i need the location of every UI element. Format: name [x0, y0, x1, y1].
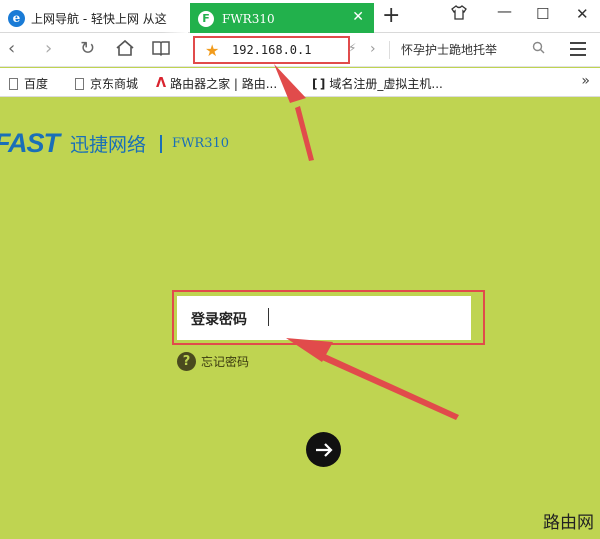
fast-logo-icon: F — [198, 10, 214, 27]
address-bar[interactable]: ★ 192.168.0.1 — [193, 36, 350, 64]
bookmark-label: 百度 — [24, 77, 49, 91]
lightning-icon[interactable]: ⚡ — [348, 41, 356, 55]
annotation-arrow-address — [295, 106, 314, 161]
refresh-icon[interactable]: ↻ — [80, 39, 95, 59]
minimize-button[interactable]: — — [497, 2, 512, 20]
annotation-arrow-password — [322, 354, 459, 420]
tab-bar: e 上网导航 - 轻快上网 从这 F FWR310 ✕ + — ☐ ✕ — [0, 0, 600, 34]
arrow-right-icon — [315, 442, 333, 457]
page-icon — [9, 77, 18, 90]
login-button[interactable] — [306, 432, 341, 467]
url-text: 192.168.0.1 — [232, 43, 312, 57]
navigation-bar: ‹ › ↻ ★ 192.168.0.1 ⚡ › 怀孕护士跪地托举 — [0, 33, 600, 67]
bookmark-label: 京东商城 — [90, 77, 139, 91]
new-tab-button[interactable]: + — [382, 5, 400, 27]
tab-fwr310[interactable]: F FWR310 ✕ — [190, 3, 374, 34]
bookmark-label: 域名注册_虚拟主机... — [329, 77, 443, 91]
router-home-icon: Λ — [156, 76, 167, 91]
bookmark-baidu[interactable]: 百度 — [9, 75, 48, 92]
bookmark-jd[interactable]: 京东商城 — [75, 75, 138, 92]
search-input[interactable]: 怀孕护士跪地托举 — [401, 41, 497, 58]
back-icon[interactable]: ‹ — [8, 39, 15, 59]
question-icon: ? — [177, 352, 196, 371]
password-label: 登录密码 — [191, 312, 247, 328]
maximize-button[interactable]: ☐ — [536, 5, 549, 23]
search-icon[interactable] — [532, 41, 545, 58]
tab-title: 上网导航 - 轻快上网 从这 — [31, 11, 167, 26]
text-cursor — [268, 308, 269, 326]
bookmark-label: 路由器之家 | 路由... — [170, 77, 278, 91]
domain-icon: [ ] — [312, 76, 326, 91]
skin-icon[interactable] — [451, 5, 467, 24]
divider — [160, 134, 163, 153]
forgot-password-label: 忘记密码 — [201, 355, 250, 369]
tab-title: FWR310 — [222, 11, 275, 26]
reading-mode-icon[interactable] — [151, 39, 171, 62]
watermark: 路由网 — [543, 513, 594, 533]
page-icon — [75, 77, 84, 90]
fast-logo: FAST — [0, 128, 60, 158]
model-name: FWR310 — [172, 136, 230, 151]
bookmark-domain[interactable]: [ ] 域名注册_虚拟主机... — [312, 75, 443, 92]
menu-icon[interactable] — [570, 42, 586, 60]
tab-close-icon[interactable]: ✕ — [352, 9, 364, 25]
home-icon[interactable] — [115, 39, 135, 62]
brand-name: 迅捷网络 — [70, 134, 147, 156]
more-bookmarks-icon[interactable]: » — [581, 73, 590, 89]
ie-icon: e — [8, 9, 25, 27]
chevron-right-icon[interactable]: › — [370, 41, 376, 57]
brand-header: FAST 迅捷网络 FWR310 — [0, 128, 229, 159]
favorite-star-icon[interactable]: ★ — [205, 41, 219, 60]
bookmark-router-home[interactable]: Λ 路由器之家 | 路由... — [156, 75, 277, 92]
forgot-password-link[interactable]: ? 忘记密码 — [177, 352, 249, 371]
divider — [389, 41, 390, 59]
bookmarks-bar: 百度 京东商城 Λ 路由器之家 | 路由... [ ] 域名注册_虚拟主机...… — [0, 68, 600, 97]
close-window-button[interactable]: ✕ — [576, 5, 589, 23]
forward-icon[interactable]: › — [45, 39, 52, 59]
password-field[interactable]: 登录密码 — [177, 296, 471, 340]
tab-navigation[interactable]: e 上网导航 - 轻快上网 从这 — [8, 3, 188, 33]
